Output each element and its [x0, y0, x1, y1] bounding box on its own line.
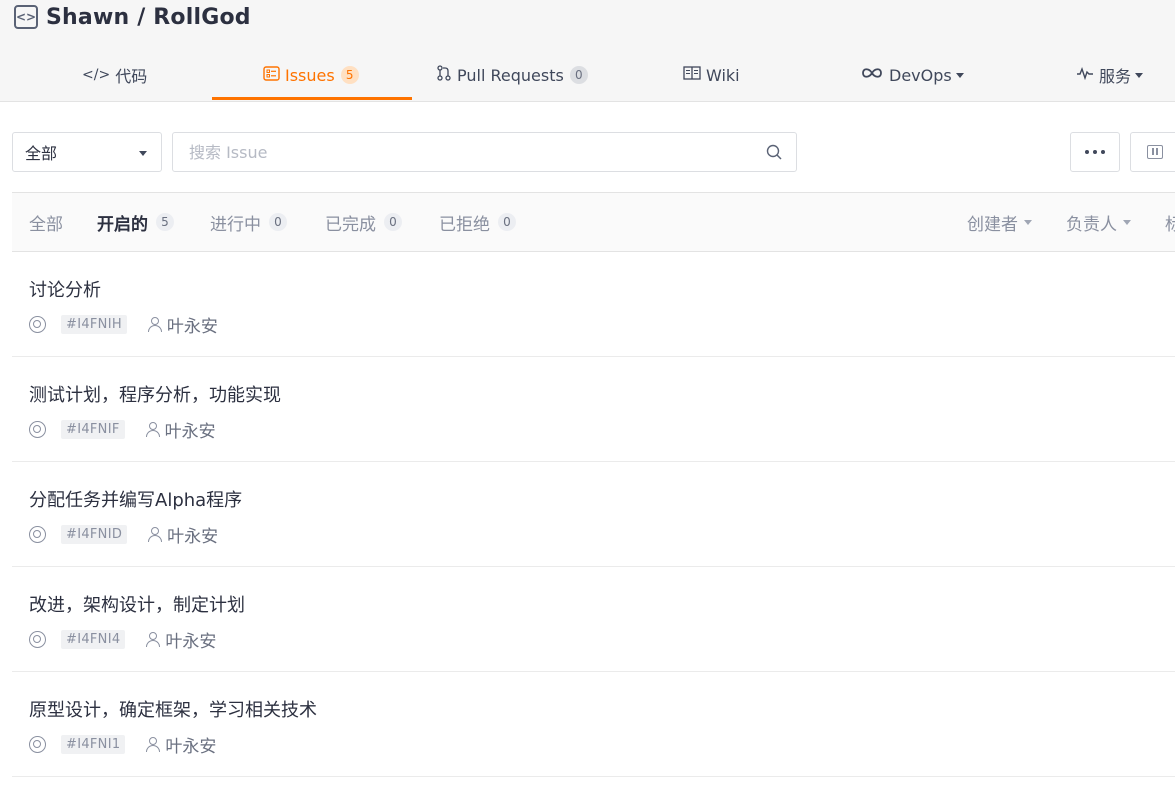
- user-icon: [145, 421, 161, 437]
- active-tab-indicator: [212, 97, 412, 100]
- tab-wiki[interactable]: Wiki: [683, 48, 740, 102]
- status-tab-progressing[interactable]: 进行中 0: [210, 193, 287, 251]
- issue-meta: #I4FNI1 叶永安: [29, 732, 216, 757]
- issue-title[interactable]: 原型设计，确定框架，学习相关技术: [29, 696, 317, 722]
- status-tab-closed-label: 已完成: [325, 214, 376, 235]
- board-view-button[interactable]: [1130, 132, 1175, 172]
- issue-meta: #I4FNI4 叶永安: [29, 627, 216, 652]
- scope-select-value: 全部: [25, 144, 58, 163]
- issue-assignee[interactable]: 叶永安: [165, 627, 216, 652]
- status-count: 5: [156, 213, 174, 231]
- tab-code[interactable]: </> 代码: [82, 48, 147, 102]
- user-icon: [145, 736, 161, 752]
- more-options-button[interactable]: [1070, 132, 1120, 172]
- status-count: 0: [269, 213, 287, 231]
- dot: [1101, 150, 1105, 154]
- issue-meta: #I4FNID 叶永安: [29, 522, 218, 547]
- chevron-down-icon: [139, 151, 147, 156]
- chevron-down-icon: [1024, 219, 1032, 225]
- assignee-dropdown-label: 负责人: [1066, 214, 1117, 235]
- issue-id[interactable]: #I4FNID: [61, 524, 128, 544]
- issue-assignee[interactable]: 叶永安: [165, 732, 216, 757]
- label-dropdown[interactable]: 标: [1165, 193, 1175, 251]
- status-tab-open-label: 开启的: [97, 214, 148, 235]
- search-input[interactable]: [173, 133, 733, 171]
- status-tab-closed[interactable]: 已完成 0: [325, 193, 402, 251]
- book-icon: [683, 66, 701, 84]
- issue-id[interactable]: #I4FNI4: [61, 629, 126, 649]
- issue-id[interactable]: #I4FNI1: [61, 734, 126, 754]
- tab-issues[interactable]: Issues 5: [263, 48, 359, 102]
- issue-assignee[interactable]: 叶永安: [167, 522, 218, 547]
- issues-count-badge: 5: [340, 66, 359, 84]
- repo-tabs: </> 代码 Issues 5 Pull Requests 0 Wiki Dev…: [0, 48, 1175, 102]
- infinity-icon: [860, 66, 884, 84]
- chevron-down-icon: [955, 72, 964, 78]
- user-icon: [147, 526, 163, 542]
- list-item: 改进，架构设计，制定计划 #I4FNI4 叶永安: [12, 567, 1175, 672]
- tab-wiki-label: Wiki: [706, 65, 740, 85]
- dot: [1085, 150, 1089, 154]
- list-item: 分配任务并编写Alpha程序 #I4FNID 叶永安: [12, 462, 1175, 567]
- open-status-icon: [29, 630, 46, 648]
- chevron-down-icon: [1135, 72, 1144, 78]
- status-count: 0: [498, 213, 516, 231]
- issues-icon: [263, 65, 280, 85]
- tab-pull-requests-label: Pull Requests: [457, 65, 564, 85]
- board-icon: [1147, 145, 1163, 159]
- status-tab-open[interactable]: 开启的 5: [97, 193, 174, 251]
- tab-services[interactable]: 服务: [1076, 48, 1144, 102]
- repo-breadcrumb: <> Shawn / RollGod: [14, 2, 251, 32]
- tab-services-label: 服务: [1099, 67, 1132, 86]
- list-item: 讨论分析 #I4FNIH 叶永安: [12, 252, 1175, 357]
- status-tab-all-label: 全部: [29, 214, 63, 235]
- issue-id[interactable]: #I4FNIH: [61, 314, 127, 334]
- status-tab-progressing-label: 进行中: [210, 214, 261, 235]
- creator-dropdown[interactable]: 创建者: [967, 193, 1032, 251]
- status-tab-all[interactable]: 全部: [29, 193, 63, 251]
- repo-title[interactable]: Shawn / RollGod: [46, 5, 251, 30]
- list-item: 原型设计，确定框架，学习相关技术 #I4FNI1 叶永安: [12, 672, 1175, 777]
- tab-code-label: 代码: [115, 67, 148, 86]
- status-count: 0: [384, 213, 402, 231]
- issue-title[interactable]: 分配任务并编写Alpha程序: [29, 486, 242, 512]
- label-dropdown-label: 标: [1165, 214, 1175, 235]
- creator-dropdown-label: 创建者: [967, 214, 1018, 235]
- status-tab-rejected-label: 已拒绝: [439, 214, 490, 235]
- issue-assignee[interactable]: 叶永安: [167, 312, 218, 337]
- open-status-icon: [29, 315, 46, 333]
- tab-pull-requests[interactable]: Pull Requests 0: [436, 48, 588, 102]
- pull-requests-count-badge: 0: [569, 66, 588, 84]
- list-item: 测试计划，程序分析，功能实现 #I4FNIF 叶永安: [12, 357, 1175, 462]
- open-status-icon: [29, 420, 46, 438]
- search-icon[interactable]: [766, 144, 782, 160]
- issue-id[interactable]: #I4FNIF: [61, 419, 125, 439]
- dot: [1093, 150, 1097, 154]
- issue-meta: #I4FNIF 叶永安: [29, 417, 216, 442]
- open-status-icon: [29, 525, 46, 543]
- issue-meta: #I4FNIH 叶永安: [29, 312, 218, 337]
- issue-title[interactable]: 讨论分析: [29, 276, 101, 302]
- chevron-down-icon: [1123, 219, 1131, 225]
- tab-devops[interactable]: DevOps: [860, 48, 964, 102]
- repo-header: <> Shawn / RollGod </> 代码 Issues 5 Pull …: [0, 0, 1175, 102]
- pull-request-icon: [436, 65, 452, 85]
- issue-assignee[interactable]: 叶永安: [165, 417, 216, 442]
- pulse-icon: [1076, 66, 1094, 84]
- code-box-icon: <>: [14, 5, 38, 29]
- code-icon: </>: [82, 67, 111, 83]
- user-icon: [145, 631, 161, 647]
- assignee-dropdown[interactable]: 负责人: [1066, 193, 1131, 251]
- status-tab-rejected[interactable]: 已拒绝 0: [439, 193, 516, 251]
- user-icon: [147, 316, 163, 332]
- scope-select[interactable]: 全部: [12, 132, 162, 172]
- issue-title[interactable]: 测试计划，程序分析，功能实现: [29, 381, 281, 407]
- open-status-icon: [29, 735, 46, 753]
- issue-search: [172, 132, 797, 172]
- tab-devops-label: DevOps: [889, 65, 952, 85]
- status-filter-bar: 全部 开启的 5 进行中 0 已完成 0 已拒绝 0 创建者 负责人 标: [12, 192, 1175, 252]
- issue-title[interactable]: 改进，架构设计，制定计划: [29, 591, 245, 617]
- tab-issues-label: Issues: [285, 65, 335, 85]
